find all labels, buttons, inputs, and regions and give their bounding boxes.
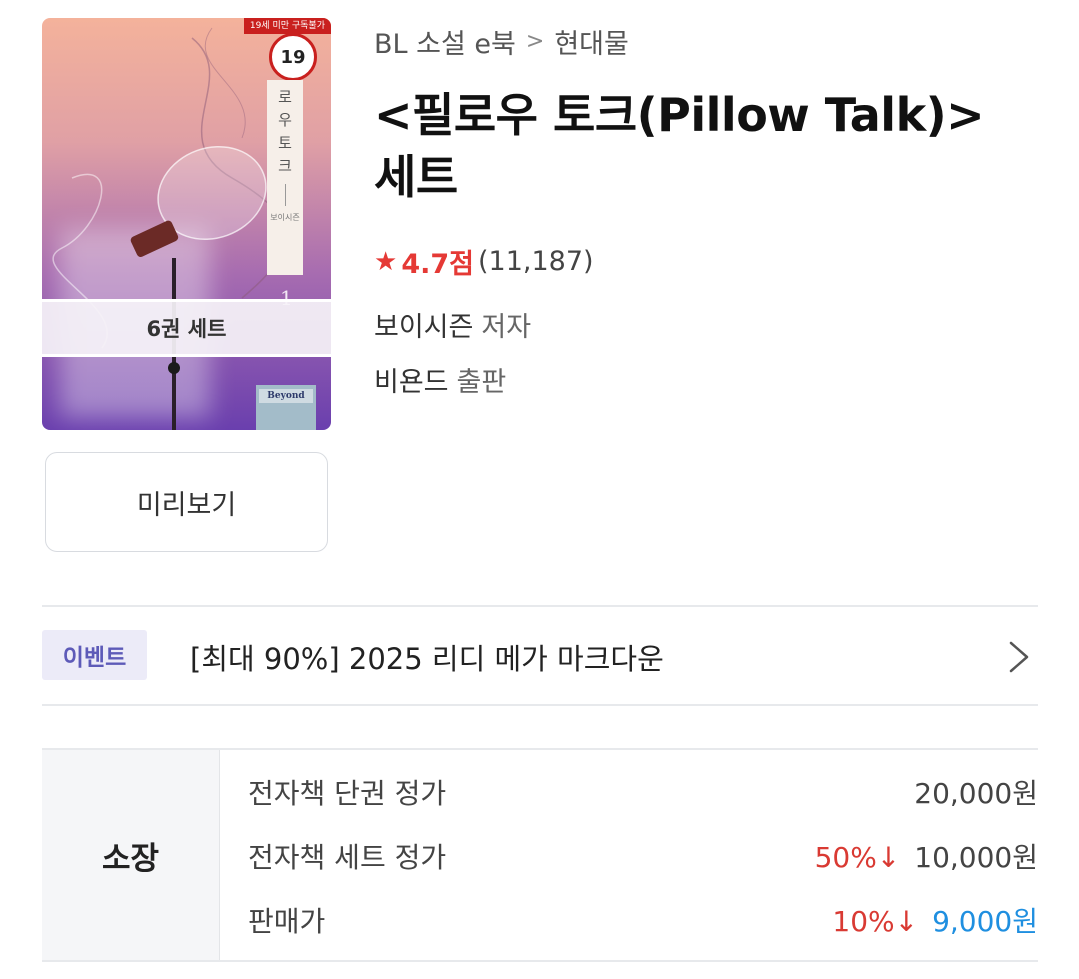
cover-title-char: 로 [278,88,292,106]
publisher-name-link[interactable]: 비욘드 [374,367,449,398]
own-label: 소장 [42,750,220,960]
sale-price: 9,000원 [932,905,1038,938]
price-row-label: 전자책 단권 정가 [248,777,447,810]
price-table: 소장 전자책 단권 정가 20,000원 전자책 세트 정가 50%↓ 10,00… [42,748,1038,962]
rating-score: 4.7점 [401,249,474,280]
author-name-link[interactable]: 보이시즌 [374,312,473,343]
publisher-logo: Beyond [256,385,316,430]
cover-title-char: 우 [278,111,292,129]
book-title-line1: <필로우 토크(Pillow Talk)> [374,88,985,142]
divider [42,704,1038,706]
price-row-label: 판매가 [248,905,326,938]
book-cover[interactable]: 19세 미만 구독불가 19 로 우 토 크 보이시즌 1 6권 세트 Beyo… [42,18,331,430]
price-row-values: 10%↓ 9,000원 [832,900,1038,940]
book-title: <필로우 토크(Pillow Talk)> 세트 [374,84,1054,208]
discount-rate: 10%↓ [832,905,919,938]
book-title-line2: 세트 [374,150,458,204]
chevron-right-icon[interactable] [1005,640,1033,674]
publisher-info: 비욘드 출판 [374,360,506,399]
star-icon: ★ [374,246,398,277]
breadcrumb: BL 소설 e북 > 현대물 [374,22,629,61]
preview-button[interactable]: 미리보기 [45,452,328,552]
age-restriction-strip: 19세 미만 구독불가 [243,18,331,34]
event-badge: 이벤트 [42,630,147,680]
event-banner-link[interactable]: [최대 90%] 2025 리디 메가 마크다운 [190,636,664,678]
cover-title-strip: 로 우 토 크 보이시즌 [267,80,303,275]
author-role: 저자 [481,312,532,343]
set-count-label: 6권 세트 [42,299,331,357]
breadcrumb-category[interactable]: BL 소설 e북 [374,22,516,61]
publisher-role: 출판 [456,367,507,398]
rating[interactable]: ★ 4.7점 (11,187) [374,242,594,281]
divider [42,605,1038,607]
chevron-right-icon: > [525,29,545,54]
cover-title-char: 크 [278,157,292,175]
price-row-value: 20,000원 [914,777,1038,810]
price-row: 전자책 단권 정가 20,000원 [248,772,1038,812]
publisher-logo-text: Beyond [259,389,313,403]
cover-title-char: 토 [278,134,292,152]
price-row-label: 전자책 세트 정가 [248,841,447,874]
price-row-value: 10,000원 [914,841,1038,874]
price-row: 전자책 세트 정가 50%↓ 10,000원 [248,836,1038,876]
cover-title-divider [284,184,286,206]
rating-count: (11,187) [477,246,594,277]
age-19-badge: 19 [269,33,317,81]
price-row: 판매가 10%↓ 9,000원 [248,900,1038,940]
author-info: 보이시즌 저자 [374,305,531,344]
price-row-values: 50%↓ 10,000원 [815,836,1038,876]
discount-rate: 50%↓ [814,841,901,874]
breadcrumb-subcategory[interactable]: 현대물 [554,22,629,61]
cover-author-small: 보이시즌 [270,213,300,222]
